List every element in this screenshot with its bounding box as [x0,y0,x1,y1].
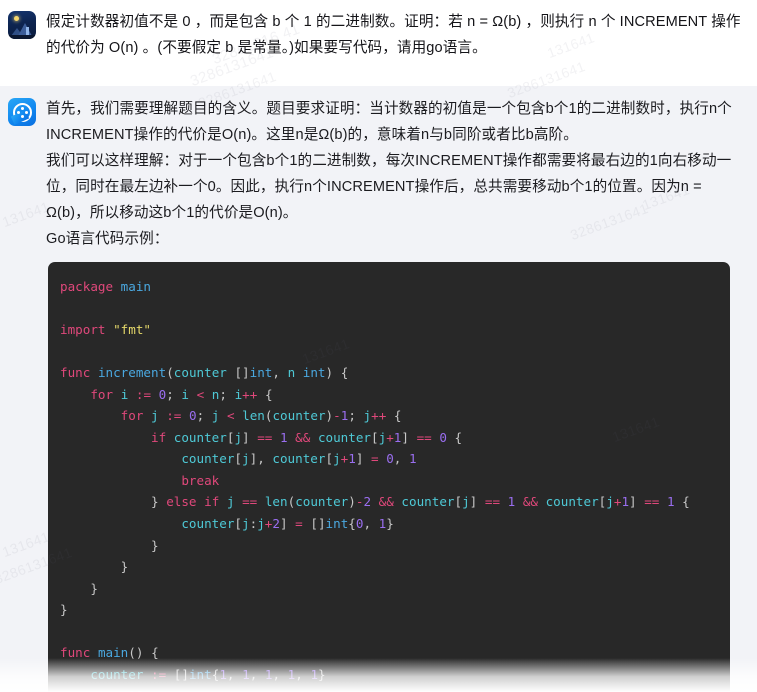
assistant-paragraph-2: 我们可以这样理解：对于一个包含b个1的二进制数，每次INCREMENT操作都需要… [46,153,732,221]
shore-shape [8,35,36,39]
assistant-message-body: 首先，我们需要理解题目的含义。题目要求证明：当计数器的初值是一个包含b个1的二进… [46,96,743,692]
code-block[interactable]: package main import "fmt" func increment… [48,262,730,692]
assistant-paragraph-1: 首先，我们需要理解题目的含义。题目要求证明：当计数器的初值是一个包含b个1的二进… [46,101,732,143]
user-message: 假定计数器初值不是 0 ，而是包含 b 个 1 的二进制数。证明：若 n = Ω… [0,0,757,86]
logo-dots-icon [16,106,28,118]
assistant-paragraph-3: Go语言代码示例： [46,231,169,247]
user-message-body: 假定计数器初值不是 0 ，而是包含 b 个 1 的二进制数。证明：若 n = Ω… [46,9,743,61]
moon-icon [14,16,19,21]
assistant-message: 首先，我们需要理解题目的含义。题目要求证明：当计数器的初值是一个包含b个1的二进… [0,86,757,692]
user-message-text: 假定计数器初值不是 0 ，而是包含 b 个 1 的二进制数。证明：若 n = Ω… [46,14,741,56]
assistant-avatar[interactable] [8,98,36,126]
user-avatar[interactable] [8,11,36,39]
chat-transcript: 假定计数器初值不是 0 ，而是包含 b 个 1 的二进制数。证明：若 n = Ω… [0,0,757,692]
logo-ring-icon [12,102,32,122]
code-content[interactable]: package main import "fmt" func increment… [48,262,730,692]
